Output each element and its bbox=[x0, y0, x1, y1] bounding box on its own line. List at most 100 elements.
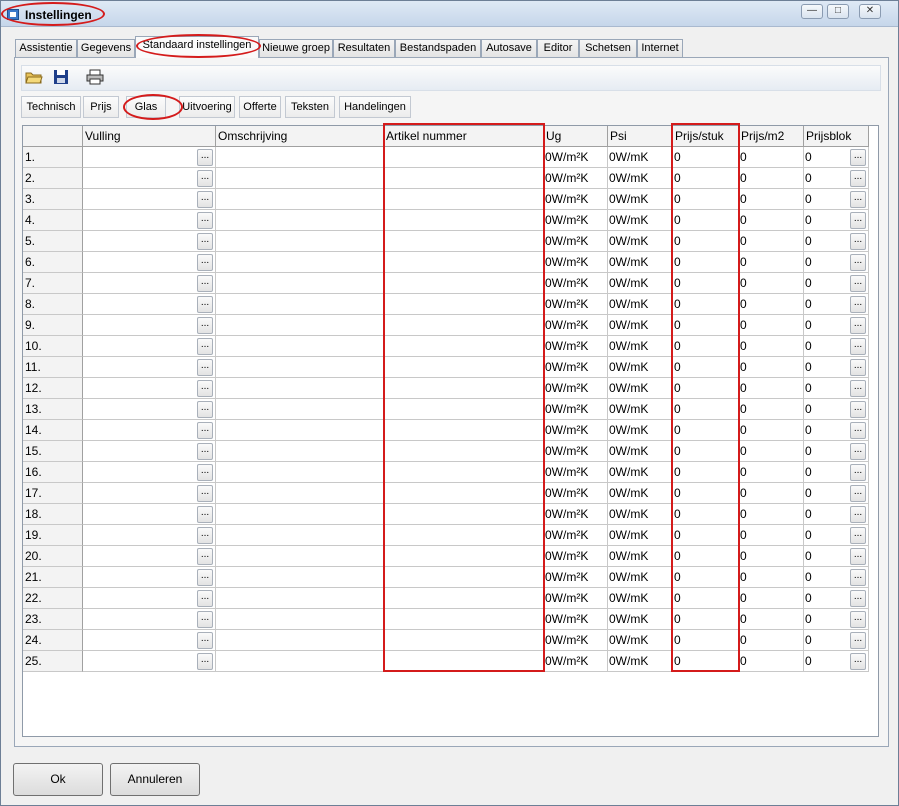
table-cell-psi[interactable]: 0W/mK bbox=[608, 231, 673, 252]
table-cell-psi[interactable]: 0W/mK bbox=[608, 420, 673, 441]
table-cell-prijs-stuk[interactable]: 0 bbox=[673, 462, 739, 483]
table-cell-prijs-stuk[interactable]: 0 bbox=[673, 567, 739, 588]
ellipsis-button[interactable]: ... bbox=[197, 506, 213, 523]
table-cell-ug[interactable]: 0W/m²K bbox=[544, 294, 608, 315]
table-cell-omschrijving[interactable] bbox=[216, 252, 384, 273]
table-cell-prijs-m2[interactable]: 0 bbox=[739, 294, 804, 315]
table-cell-omschrijving[interactable] bbox=[216, 294, 384, 315]
tab-schetsen[interactable]: Schetsen bbox=[579, 39, 637, 58]
table-cell-ug[interactable]: 0W/m²K bbox=[544, 525, 608, 546]
table-cell-prijs-m2[interactable]: 0 bbox=[739, 588, 804, 609]
table-cell-artikel-nummer[interactable] bbox=[384, 441, 544, 462]
table-cell-artikel-nummer[interactable] bbox=[384, 252, 544, 273]
table-cell-ug[interactable]: 0W/m²K bbox=[544, 378, 608, 399]
ellipsis-button[interactable]: ... bbox=[197, 653, 213, 670]
table-cell-prijs-m2[interactable]: 0 bbox=[739, 378, 804, 399]
ellipsis-button[interactable]: ... bbox=[850, 191, 866, 208]
table-cell-artikel-nummer[interactable] bbox=[384, 378, 544, 399]
table-cell-prijs-stuk[interactable]: 0 bbox=[673, 336, 739, 357]
table-cell-ug[interactable]: 0W/m²K bbox=[544, 420, 608, 441]
ellipsis-button[interactable]: ... bbox=[850, 317, 866, 334]
ok-button[interactable]: Ok bbox=[13, 763, 103, 796]
table-cell-psi[interactable]: 0W/mK bbox=[608, 273, 673, 294]
ellipsis-button[interactable]: ... bbox=[197, 485, 213, 502]
table-cell-prijs-stuk[interactable]: 0 bbox=[673, 294, 739, 315]
table-cell-prijs-m2[interactable]: 0 bbox=[739, 567, 804, 588]
table-cell-prijs-m2[interactable]: 0 bbox=[739, 399, 804, 420]
table-cell-psi[interactable]: 0W/mK bbox=[608, 168, 673, 189]
table-cell-psi[interactable]: 0W/mK bbox=[608, 252, 673, 273]
table-cell-prijs-stuk[interactable]: 0 bbox=[673, 546, 739, 567]
ellipsis-button[interactable]: ... bbox=[850, 527, 866, 544]
ellipsis-button[interactable]: ... bbox=[197, 443, 213, 460]
subtab-handelingen[interactable]: Handelingen bbox=[339, 96, 411, 118]
table-cell-omschrijving[interactable] bbox=[216, 210, 384, 231]
close-icon[interactable]: ✕ bbox=[859, 4, 881, 19]
table-cell-artikel-nummer[interactable] bbox=[384, 357, 544, 378]
table-cell-ug[interactable]: 0W/m²K bbox=[544, 483, 608, 504]
table-cell-psi[interactable]: 0W/mK bbox=[608, 567, 673, 588]
ellipsis-button[interactable]: ... bbox=[850, 590, 866, 607]
table-cell-ug[interactable]: 0W/m²K bbox=[544, 630, 608, 651]
table-cell-omschrijving[interactable] bbox=[216, 231, 384, 252]
table-cell-psi[interactable]: 0W/mK bbox=[608, 483, 673, 504]
table-cell-prijs-m2[interactable]: 0 bbox=[739, 189, 804, 210]
ellipsis-button[interactable]: ... bbox=[197, 212, 213, 229]
ellipsis-button[interactable]: ... bbox=[850, 443, 866, 460]
subtab-uitvoering[interactable]: Uitvoering bbox=[179, 96, 235, 118]
table-cell-prijs-stuk[interactable]: 0 bbox=[673, 525, 739, 546]
tab-gegevens[interactable]: Gegevens bbox=[77, 39, 135, 58]
table-cell-ug[interactable]: 0W/m²K bbox=[544, 231, 608, 252]
ellipsis-button[interactable]: ... bbox=[197, 380, 213, 397]
ellipsis-button[interactable]: ... bbox=[197, 527, 213, 544]
table-cell-omschrijving[interactable] bbox=[216, 651, 384, 672]
maximize-icon[interactable]: □ bbox=[827, 4, 849, 19]
subtab-prijs[interactable]: Prijs bbox=[83, 96, 119, 118]
table-cell-artikel-nummer[interactable] bbox=[384, 609, 544, 630]
table-cell-prijs-m2[interactable]: 0 bbox=[739, 420, 804, 441]
table-cell-prijs-stuk[interactable]: 0 bbox=[673, 231, 739, 252]
table-cell-artikel-nummer[interactable] bbox=[384, 630, 544, 651]
table-cell-prijs-m2[interactable]: 0 bbox=[739, 630, 804, 651]
table-cell-prijs-stuk[interactable]: 0 bbox=[673, 504, 739, 525]
table-cell-prijs-stuk[interactable]: 0 bbox=[673, 273, 739, 294]
table-cell-prijs-stuk[interactable]: 0 bbox=[673, 210, 739, 231]
table-cell-omschrijving[interactable] bbox=[216, 588, 384, 609]
table-cell-artikel-nummer[interactable] bbox=[384, 651, 544, 672]
table-cell-prijs-m2[interactable]: 0 bbox=[739, 336, 804, 357]
table-cell-ug[interactable]: 0W/m²K bbox=[544, 147, 608, 168]
table-cell-psi[interactable]: 0W/mK bbox=[608, 546, 673, 567]
table-cell-ug[interactable]: 0W/m²K bbox=[544, 189, 608, 210]
table-cell-artikel-nummer[interactable] bbox=[384, 525, 544, 546]
tab-internet[interactable]: Internet bbox=[637, 39, 683, 58]
table-cell-ug[interactable]: 0W/m²K bbox=[544, 210, 608, 231]
table-cell-omschrijving[interactable] bbox=[216, 630, 384, 651]
table-cell-omschrijving[interactable] bbox=[216, 273, 384, 294]
table-cell-prijs-m2[interactable]: 0 bbox=[739, 483, 804, 504]
ellipsis-button[interactable]: ... bbox=[850, 464, 866, 481]
table-cell-ug[interactable]: 0W/m²K bbox=[544, 336, 608, 357]
ellipsis-button[interactable]: ... bbox=[850, 548, 866, 565]
table-cell-artikel-nummer[interactable] bbox=[384, 546, 544, 567]
table-cell-artikel-nummer[interactable] bbox=[384, 420, 544, 441]
table-cell-prijs-m2[interactable]: 0 bbox=[739, 546, 804, 567]
table-cell-omschrijving[interactable] bbox=[216, 441, 384, 462]
table-cell-artikel-nummer[interactable] bbox=[384, 483, 544, 504]
table-cell-artikel-nummer[interactable] bbox=[384, 147, 544, 168]
table-cell-artikel-nummer[interactable] bbox=[384, 273, 544, 294]
table-cell-ug[interactable]: 0W/m²K bbox=[544, 651, 608, 672]
table-cell-prijs-stuk[interactable]: 0 bbox=[673, 357, 739, 378]
column-header-artikel-nummer[interactable]: Artikel nummer bbox=[384, 126, 544, 147]
column-header-omschrijving[interactable]: Omschrijving bbox=[216, 126, 384, 147]
table-cell-omschrijving[interactable] bbox=[216, 399, 384, 420]
table-cell-ug[interactable]: 0W/m²K bbox=[544, 504, 608, 525]
subtab-glas[interactable]: Glas bbox=[126, 96, 166, 118]
tab-bestandspaden[interactable]: Bestandspaden bbox=[395, 39, 481, 58]
print-icon[interactable] bbox=[86, 69, 104, 87]
ellipsis-button[interactable]: ... bbox=[197, 254, 213, 271]
ellipsis-button[interactable]: ... bbox=[197, 233, 213, 250]
ellipsis-button[interactable]: ... bbox=[197, 464, 213, 481]
table-cell-prijs-m2[interactable]: 0 bbox=[739, 525, 804, 546]
table-cell-psi[interactable]: 0W/mK bbox=[608, 294, 673, 315]
table-cell-artikel-nummer[interactable] bbox=[384, 210, 544, 231]
